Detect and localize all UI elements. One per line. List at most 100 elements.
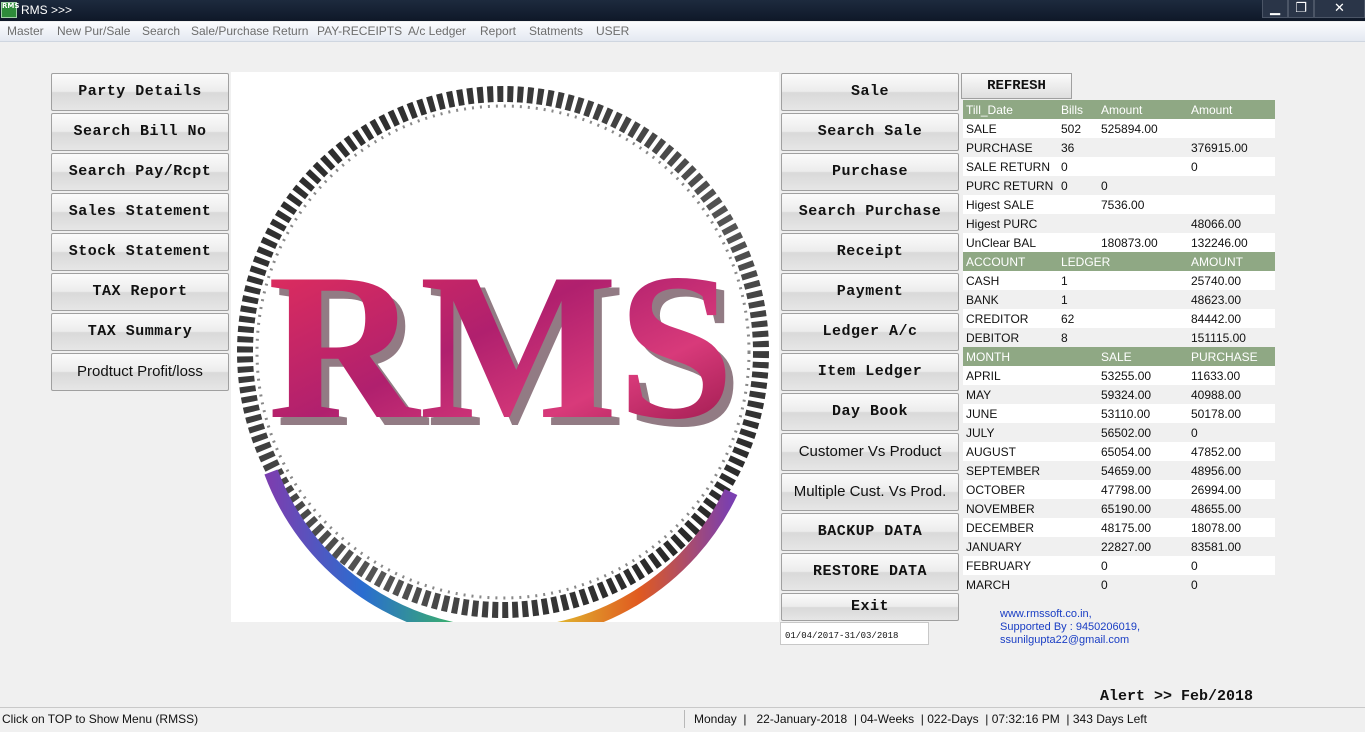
customer-vs-product-button[interactable]: Customer Vs Product [781, 433, 959, 471]
table-cell: 83581.00 [1191, 539, 1242, 554]
financial-year-field[interactable] [780, 622, 929, 645]
table-cell: 11633.00 [1191, 368, 1241, 383]
table-row[interactable]: MAY 59324.00 40988.00 [963, 385, 1275, 404]
multiple-cust-vs-prod-button[interactable]: Multiple Cust. Vs Prod. [781, 473, 959, 511]
table-row[interactable]: JULY 56502.00 0 [963, 423, 1275, 442]
table-cell: APRIL [966, 368, 1001, 383]
table-cell [1058, 233, 1098, 252]
menu-sale-purchase-return[interactable]: Sale/Purchase Return [191, 24, 308, 38]
exit-button[interactable]: Exit [781, 593, 959, 621]
search-sale-button[interactable]: Search Sale [781, 113, 959, 151]
table-cell: 48623.00 [1191, 292, 1242, 307]
table-cell: MAY [966, 387, 992, 402]
header-cell: PURCHASE [1191, 349, 1258, 364]
table-row[interactable]: Higest PURC 48066.00 [963, 214, 1275, 233]
purchase-button[interactable]: Purchase [781, 153, 959, 191]
table-row[interactable]: PURCHASE 36 376915.00 [963, 138, 1275, 157]
sale-button[interactable]: Sale [781, 73, 959, 111]
support-email[interactable]: ssunilgupta22@gmail.com [1000, 634, 1140, 647]
tax-summary-button[interactable]: TAX Summary [51, 313, 229, 351]
table-cell: 8 [1061, 330, 1068, 345]
backup-data-button[interactable]: BACKUP DATA [781, 513, 959, 551]
table-row[interactable]: BANK 1 48623.00 [963, 290, 1275, 309]
table-row[interactable]: NOVEMBER 65190.00 48655.00 [963, 499, 1275, 518]
table-cell: NOVEMBER [966, 501, 1035, 516]
table-cell: 54659.00 [1101, 463, 1152, 478]
table-cell: 0 [1191, 159, 1198, 174]
table-row[interactable]: UnClear BAL 180873.00 132246.00 [963, 233, 1275, 252]
menu-search[interactable]: Search [142, 24, 180, 38]
table-row[interactable]: CASH 1 25740.00 [963, 271, 1275, 290]
stock-statement-button[interactable]: Stock Statement [51, 233, 229, 271]
table-cell: OCTOBER [966, 482, 1026, 497]
table-row[interactable]: PURC RETURN 0 0 [963, 176, 1275, 195]
party-details-button[interactable]: Party Details [51, 73, 229, 111]
table-cell: 59324.00 [1101, 387, 1152, 402]
payment-button[interactable]: Payment [781, 273, 959, 311]
menu-report[interactable]: Report [480, 24, 516, 38]
table-cell: 0 [1101, 558, 1108, 573]
table-cell: 7536.00 [1101, 197, 1145, 212]
receipt-button[interactable]: Receipt [781, 233, 959, 271]
table-cell: 47798.00 [1101, 482, 1152, 497]
table-cell: 0 [1191, 425, 1198, 440]
menu-ac-ledger[interactable]: A/c Ledger [408, 24, 466, 38]
tax-report-button[interactable]: TAX Report [51, 273, 229, 311]
table-row[interactable]: OCTOBER 47798.00 26994.00 [963, 480, 1275, 499]
table-cell: 53110.00 [1101, 406, 1151, 421]
table-cell: JANUARY [966, 539, 1022, 554]
website-link[interactable]: www.rmssoft.co.in, [1000, 608, 1140, 621]
table-row[interactable]: SALE 502 525894.00 [963, 119, 1275, 138]
search-purchase-button[interactable]: Search Purchase [781, 193, 959, 231]
table-row[interactable]: APRIL 53255.00 11633.00 [963, 366, 1275, 385]
table-cell: 502 [1061, 121, 1082, 136]
table-cell: 48066.00 [1191, 216, 1242, 231]
item-ledger-button[interactable]: Item Ledger [781, 353, 959, 391]
table-row[interactable]: MARCH 0 0 [963, 575, 1275, 594]
refresh-button[interactable]: REFRESH [961, 73, 1072, 99]
menu-new-pur-sale[interactable]: New Pur/Sale [57, 24, 130, 38]
day-book-button[interactable]: Day Book [781, 393, 959, 431]
table-row[interactable]: FEBRUARY 0 0 [963, 556, 1275, 575]
product-profit-loss-button[interactable]: Prodtuct Profit/loss [51, 353, 229, 391]
table-row[interactable]: DEBITOR 8 151115.00 [963, 328, 1275, 347]
maximize-button[interactable]: ❐ [1288, 0, 1314, 18]
table-cell [1098, 214, 1188, 233]
table-row[interactable]: SALE RETURN 0 0 [963, 157, 1275, 176]
table-cell [1098, 157, 1188, 176]
header-cell: LEDGER [1061, 254, 1111, 269]
header-cell: MONTH [966, 349, 1010, 364]
table-row[interactable]: SEPTEMBER 54659.00 48956.00 [963, 461, 1275, 480]
menu-master[interactable]: Master [7, 24, 44, 38]
table-cell: 525894.00 [1101, 121, 1158, 136]
close-button[interactable]: ✕ [1314, 0, 1365, 18]
table-row[interactable]: AUGUST 65054.00 47852.00 [963, 442, 1275, 461]
table-row[interactable]: DECEMBER 48175.00 18078.00 [963, 518, 1275, 537]
restore-data-button[interactable]: RESTORE DATA [781, 553, 959, 591]
table-cell: 26994.00 [1191, 482, 1242, 497]
ledger-ac-button[interactable]: Ledger A/c [781, 313, 959, 351]
table-cell: 0 [1101, 178, 1108, 193]
header-cell: Amount [1191, 102, 1233, 117]
table-row[interactable]: JUNE 53110.00 50178.00 [963, 404, 1275, 423]
menu-user[interactable]: USER [596, 24, 629, 38]
sales-statement-button[interactable]: Sales Statement [51, 193, 229, 231]
table-cell: Higest SALE [966, 197, 1035, 212]
support-phone: Supported By : 9450206019, [1000, 621, 1141, 633]
table-cell: 84442.00 [1191, 311, 1242, 326]
table-row[interactable]: Higest SALE 7536.00 [963, 195, 1275, 214]
search-bill-no-button[interactable]: Search Bill No [51, 113, 229, 151]
search-pay-rcpt-button[interactable]: Search Pay/Rcpt [51, 153, 229, 191]
menu-bar: Master New Pur/Sale Search Sale/Purchase… [0, 22, 1365, 42]
menu-pay-receipts[interactable]: PAY-RECEIPTS [317, 24, 402, 38]
menu-statments[interactable]: Statments [529, 24, 583, 38]
table-cell: 0 [1101, 577, 1108, 592]
minimize-button[interactable]: ▁ [1262, 0, 1288, 18]
table-cell: 151115.00 [1191, 330, 1246, 345]
table-row[interactable]: CREDITOR 62 84442.00 [963, 309, 1275, 328]
table-cell: 48655.00 [1191, 501, 1242, 516]
status-hint[interactable]: Click on TOP to Show Menu (RMSS) [2, 712, 198, 726]
alert-label: Alert >> Feb/2018 [1100, 688, 1254, 705]
table-row[interactable]: JANUARY 22827.00 83581.00 [963, 537, 1275, 556]
table-cell: 180873.00 [1101, 235, 1158, 250]
